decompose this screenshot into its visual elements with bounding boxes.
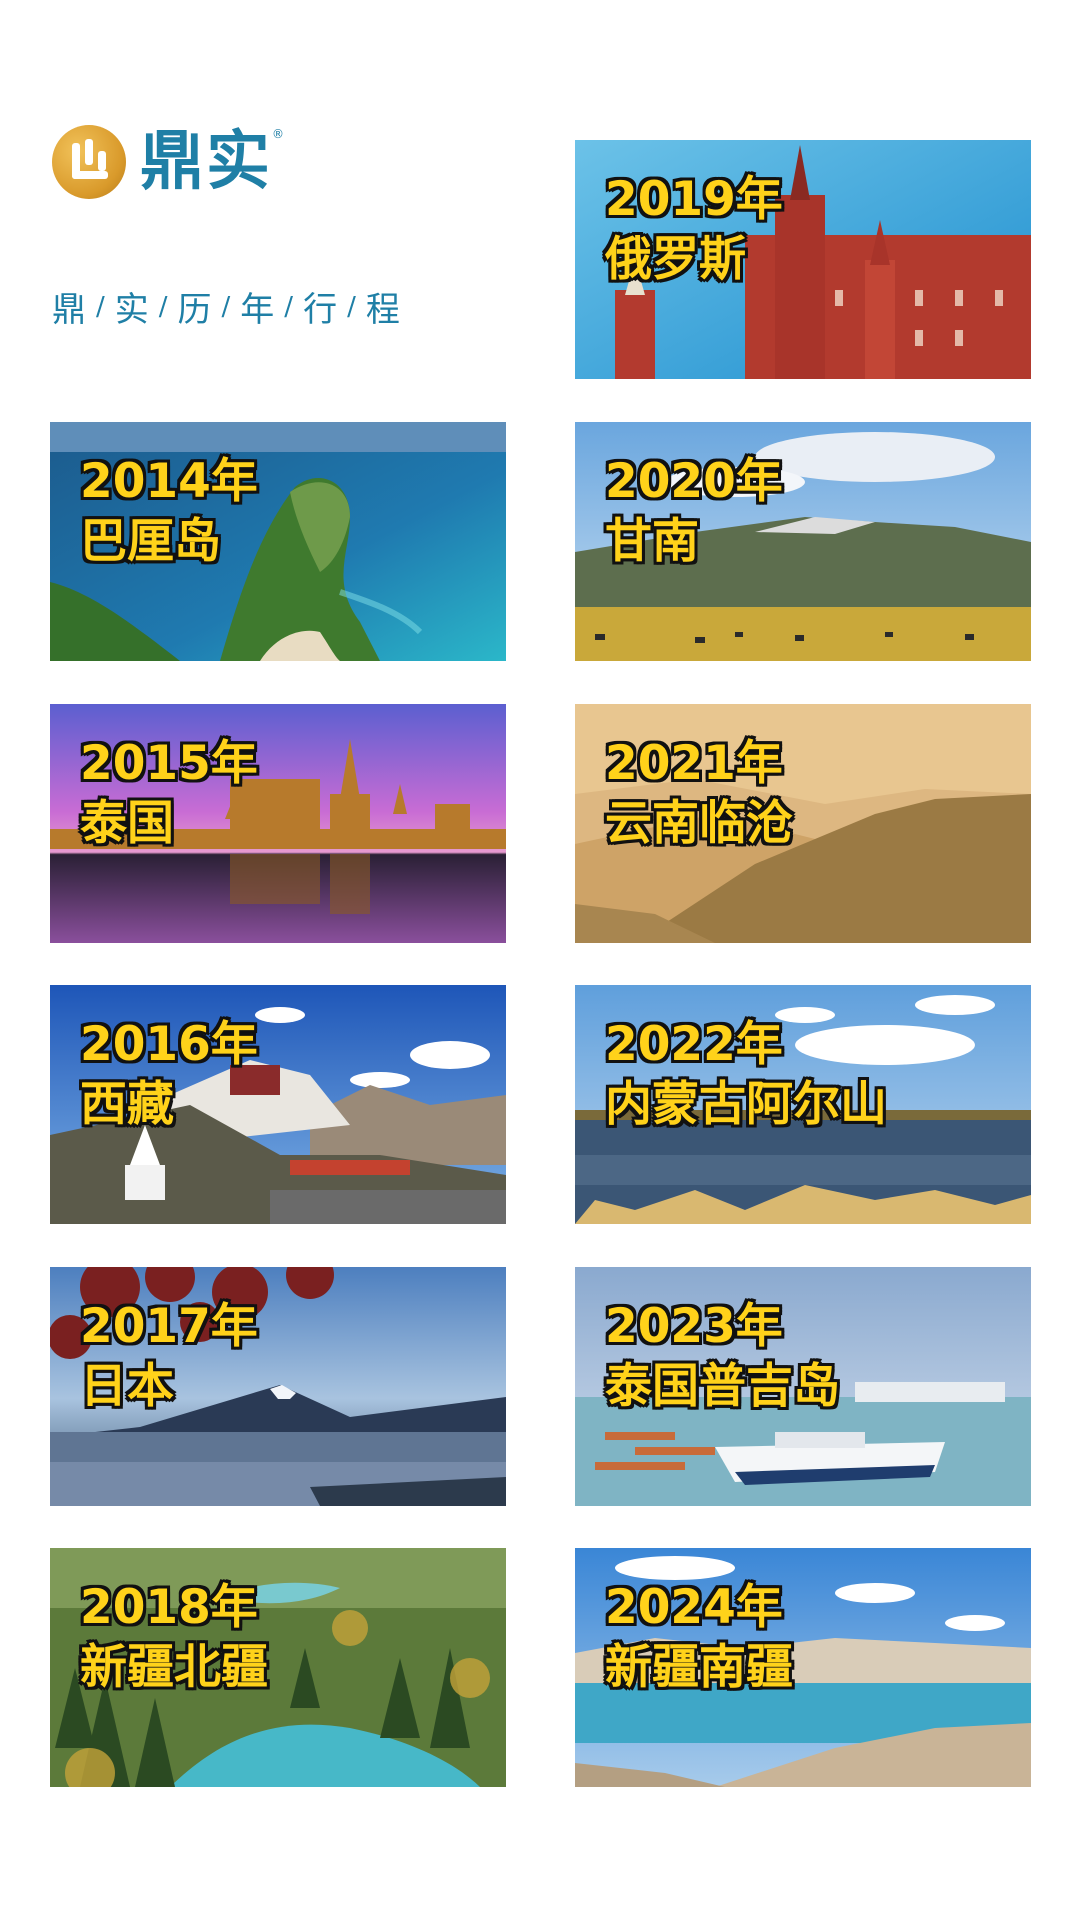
trip-card-2018-north-xinjiang[interactable]: 2018年 新疆北疆 <box>50 1548 506 1787</box>
trip-year: 2018年 <box>80 1580 258 1635</box>
trip-label: 2017年 日本 <box>80 1297 258 1417</box>
trip-year: 2014年 <box>80 454 258 509</box>
trip-place: 泰国 <box>80 796 174 851</box>
logo-wordmark: 鼎实 ® <box>140 128 284 194</box>
trip-year: 2022年 <box>605 1017 783 1072</box>
trip-place: 西藏 <box>80 1077 174 1132</box>
logo-emblem-icon <box>52 125 126 199</box>
trip-label: 2023年 泰国普吉岛 <box>605 1297 840 1417</box>
trip-label: 2020年 甘南 <box>605 452 783 572</box>
trip-year: 2023年 <box>605 1299 783 1354</box>
trip-card-2021-yunnan-lincang[interactable]: 2021年 云南临沧 <box>575 704 1031 943</box>
subtitle-separator: / <box>96 291 106 322</box>
trip-label: 2015年 泰国 <box>80 734 258 854</box>
trip-place: 泰国普吉岛 <box>605 1359 840 1414</box>
trip-year: 2016年 <box>80 1017 258 1072</box>
trip-place: 云南临沧 <box>605 796 793 851</box>
subtitle-char: 年 <box>240 290 276 330</box>
trip-card-2022-inner-mongolia-arxan[interactable]: 2022年 内蒙古阿尔山 <box>575 985 1031 1224</box>
trip-card-2015-thailand[interactable]: 2015年 泰国 <box>50 704 506 943</box>
registered-mark: ® <box>272 127 286 141</box>
subtitle-separator: / <box>158 291 169 322</box>
subtitle-separator: / <box>347 291 357 322</box>
trip-place: 日本 <box>80 1359 174 1414</box>
trip-card-2017-japan[interactable]: 2017年 日本 <box>50 1267 506 1506</box>
trip-place: 甘南 <box>605 514 699 569</box>
subtitle-char: 程 <box>365 290 401 330</box>
trip-label: 2024年 新疆南疆 <box>605 1578 793 1698</box>
trip-card-2023-phuket[interactable]: 2023年 泰国普吉岛 <box>575 1267 1031 1506</box>
trip-card-2019-russia[interactable]: 2019年 俄罗斯 <box>575 140 1031 379</box>
trip-year: 2021年 <box>605 736 783 791</box>
trip-place: 新疆南疆 <box>605 1640 793 1695</box>
subtitle-separator: / <box>221 291 232 322</box>
subtitle-char: 实 <box>114 290 150 330</box>
trip-year: 2019年 <box>605 172 783 227</box>
trip-year: 2015年 <box>80 736 258 791</box>
trip-label: 2019年 俄罗斯 <box>605 170 783 290</box>
brand-logo: 鼎实 ® <box>52 125 284 199</box>
logo-text: 鼎实 <box>140 125 272 199</box>
subtitle-char: 行 <box>303 290 339 330</box>
trip-year: 2024年 <box>605 1580 783 1635</box>
subtitle-separator: / <box>284 291 295 322</box>
subtitle-char: 鼎 <box>52 290 87 330</box>
trip-label: 2016年 西藏 <box>80 1015 258 1135</box>
trip-label: 2018年 新疆北疆 <box>80 1578 268 1698</box>
trip-card-2020-gannan[interactable]: 2020年 甘南 <box>575 422 1031 661</box>
trip-label: 2014年 巴厘岛 <box>80 452 258 572</box>
trip-place: 俄罗斯 <box>605 232 746 287</box>
trip-card-2014-bali[interactable]: 2014年 巴厘岛 <box>50 422 506 661</box>
trip-card-2016-tibet[interactable]: 2016年 西藏 <box>50 985 506 1224</box>
trip-label: 2021年 云南临沧 <box>605 734 793 854</box>
trip-place: 新疆北疆 <box>80 1640 268 1695</box>
page-subtitle: 鼎 / 实 / 历 / 年 / 行 / 程 <box>52 282 401 331</box>
trip-year: 2020年 <box>605 454 783 509</box>
trip-place: 巴厘岛 <box>80 514 221 569</box>
trip-label: 2022年 内蒙古阿尔山 <box>605 1015 887 1135</box>
trip-card-2024-south-xinjiang[interactable]: 2024年 新疆南疆 <box>575 1548 1031 1787</box>
trip-place: 内蒙古阿尔山 <box>605 1077 887 1132</box>
subtitle-char: 历 <box>177 290 213 330</box>
trip-year: 2017年 <box>80 1299 258 1354</box>
